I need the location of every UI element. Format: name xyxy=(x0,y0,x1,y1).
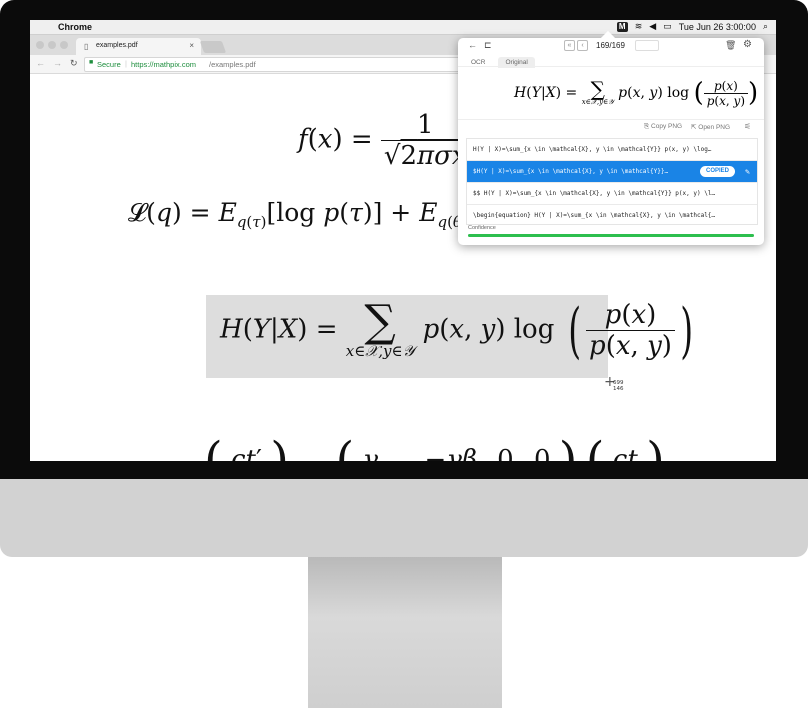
open-png-label: Open PNG xyxy=(698,124,731,131)
confidence-bar xyxy=(468,234,754,237)
new-tab-button[interactable] xyxy=(199,41,227,53)
trash-icon[interactable]: 🗑 xyxy=(725,40,736,51)
clock[interactable]: Tue Jun 26 3:00:00 xyxy=(679,22,756,32)
reload-icon[interactable]: ↻ xyxy=(70,58,78,69)
copy-png-label: Copy PNG xyxy=(651,123,683,130)
format-settings-icon[interactable]: ⚟ xyxy=(744,122,751,131)
browser-tab[interactable]: ▯ examples.pdf × xyxy=(76,38,201,55)
confidence-bar-fill xyxy=(468,234,754,237)
address-bar[interactable]: ■ Secure | https://mathpix.com /examples… xyxy=(84,57,506,72)
gaussian-fraction: 1 √2πσx xyxy=(380,110,470,171)
mathpix-popup: ← ⊏ « ‹ 169/169 🗑 ⚙ OCR Original H(Y|X) … xyxy=(458,30,764,245)
first-result-icon[interactable]: « xyxy=(564,40,575,51)
menubar-status: M ≋ ◀ ▭ Tue Jun 26 3:00:00 ⌕ xyxy=(616,21,768,32)
latex-result-row-selected[interactable]: $H(Y | X)=\sum_{x \in \mathcal{X}, y \in… xyxy=(467,161,757,183)
entropy-fraction: p(x) p(x, y) xyxy=(586,300,675,361)
open-png-button[interactable]: ⇱ Open PNG xyxy=(691,123,730,131)
spotlight-search-icon[interactable]: ⌕ xyxy=(763,21,768,32)
close-tab-icon[interactable]: × xyxy=(189,41,194,50)
mathpix-icon[interactable]: M xyxy=(616,21,628,32)
battery-icon[interactable]: ▭ xyxy=(663,21,672,32)
settings-gear-icon[interactable]: ⚙ xyxy=(743,39,752,50)
history-nav: « ‹ xyxy=(564,40,588,51)
equation-lorentz-matrix: ( ct′ ) ( γ −γβ 0 0 ) ( ct ) xyxy=(204,432,665,461)
monitor-stand xyxy=(308,557,502,708)
coord-y: 146 xyxy=(613,386,624,392)
copied-badge: COPIED xyxy=(699,166,735,177)
back-arrow-icon[interactable]: ← xyxy=(468,40,477,50)
zoom-window-button[interactable] xyxy=(60,41,68,49)
latex-results-list: H(Y | X)=\sum_{x \in \mathcal{X}, y \in … xyxy=(466,138,758,225)
result-counter: 169/169 xyxy=(596,41,625,50)
copy-png-button[interactable]: ⎘ Copy PNG xyxy=(644,123,682,131)
next-result-buttons[interactable] xyxy=(635,40,659,51)
wifi-icon[interactable]: ≋ xyxy=(635,21,643,32)
forward-icon[interactable]: → xyxy=(53,58,62,69)
previous-result-icon[interactable]: ‹ xyxy=(577,40,588,51)
cursor-coordinates: 699 146 xyxy=(613,380,624,392)
navigation-buttons: ← → ↻ xyxy=(36,58,78,69)
window-controls xyxy=(36,41,68,49)
snip-screen-icon[interactable]: ⊏ xyxy=(484,40,492,51)
screen: Chrome M ≋ ◀ ▭ Tue Jun 26 3:00:00 ⌕ ▯ ex… xyxy=(30,20,776,461)
minimize-window-button[interactable] xyxy=(48,41,56,49)
rendered-equation-preview: H(Y|X) = ∑ x∈𝒳,y∈𝒴 p(x, y) log (p(x) p(x, … xyxy=(458,66,764,120)
url-separator: | xyxy=(125,59,127,68)
edit-icon[interactable]: ✎ xyxy=(745,161,750,182)
secure-label: Secure xyxy=(97,60,121,69)
equation-conditional-entropy: H(Y|X) = ∑ x∈𝒳,y∈𝒴 p(x, y) log (p(x) p(x, … xyxy=(220,295,694,366)
popup-toolbar: ← ⊏ « ‹ 169/169 🗑 ⚙ xyxy=(458,38,764,54)
latex-result-text: $H(Y | X)=\sum_{x \in \mathcal{X}, y \in… xyxy=(473,168,669,175)
document-icon: ▯ xyxy=(84,42,89,51)
tab-title: examples.pdf xyxy=(96,42,138,49)
png-actions: ⎘ Copy PNG ⇱ Open PNG ⚟ xyxy=(458,120,764,134)
volume-icon[interactable]: ◀ xyxy=(649,21,656,32)
summation: ∑ x∈𝒳,y∈𝒴 xyxy=(345,295,415,360)
latex-result-text: $$ H(Y | X)=\sum_{x \in \mathcal{X}, y \… xyxy=(473,190,716,197)
mac-menubar: Chrome M ≋ ◀ ▭ Tue Jun 26 3:00:00 ⌕ xyxy=(30,20,776,35)
url-host: https://mathpix.com xyxy=(131,60,197,69)
latex-result-row[interactable]: \begin{equation} H(Y | X)=\sum_{x \in \m… xyxy=(467,205,757,226)
back-icon[interactable]: ← xyxy=(36,58,45,69)
app-name[interactable]: Chrome xyxy=(58,22,92,32)
lock-icon: ■ xyxy=(89,59,94,66)
close-window-button[interactable] xyxy=(36,41,44,49)
confidence-label: Confidence xyxy=(468,225,496,231)
url-path: /examples.pdf xyxy=(209,60,256,69)
latex-result-row[interactable]: H(Y | X)=\sum_{x \in \mathcal{X}, y \in … xyxy=(467,139,757,161)
monitor-chin xyxy=(0,479,808,557)
latex-result-text: H(Y | X)=\sum_{x \in \mathcal{X}, y \in … xyxy=(473,146,712,153)
latex-result-text: \begin{equation} H(Y | X)=\sum_{x \in \m… xyxy=(473,212,716,219)
latex-result-row[interactable]: $$ H(Y | X)=\sum_{x \in \mathcal{X}, y \… xyxy=(467,183,757,205)
